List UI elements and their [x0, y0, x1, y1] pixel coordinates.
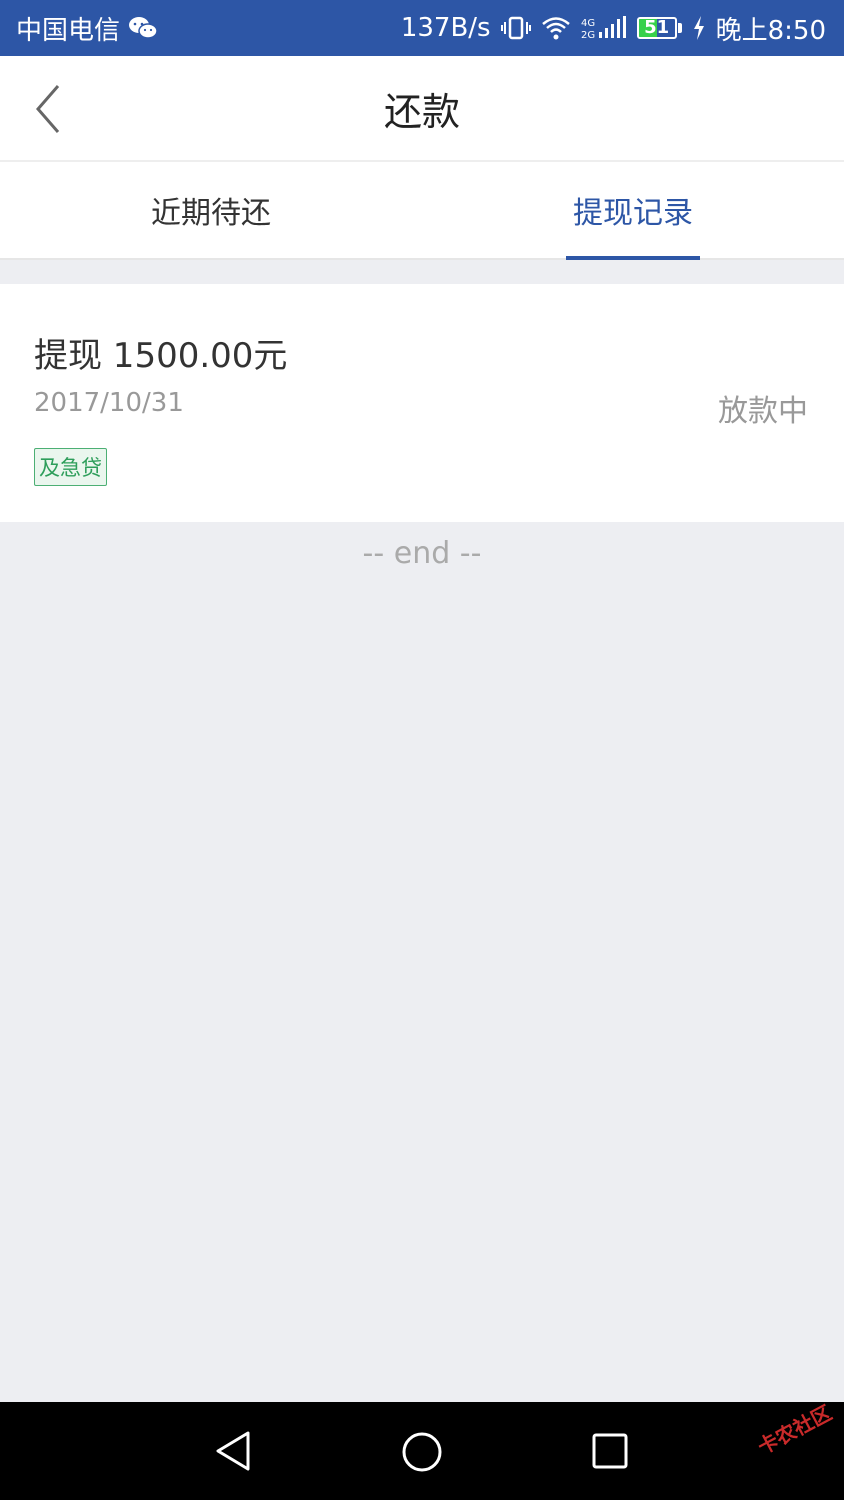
status-bar-right: 137B/s 4G 2G 51 晚上8:50: [401, 10, 826, 47]
battery-icon: 51: [636, 17, 682, 39]
wifi-icon: [541, 15, 571, 41]
record-date: 2017/10/31: [34, 388, 184, 418]
circle-home-icon: [402, 1432, 442, 1472]
system-back-button[interactable]: [214, 1430, 254, 1476]
clock: 晚上8:50: [715, 15, 826, 46]
withdrawal-record-item[interactable]: 提现 1500.00元 2017/10/31 放款中 及急贷: [0, 284, 844, 522]
wechat-icon: [128, 15, 158, 41]
system-nav-bar: [0, 1402, 844, 1500]
net-speed: 137B/s: [400, 13, 491, 43]
tab-bar: 近期待还 提现记录: [0, 162, 844, 260]
svg-text:2G: 2G: [581, 30, 595, 41]
list-end-marker: -- end --: [362, 536, 482, 571]
product-tag: 及急贷: [34, 448, 107, 486]
page-title: 还款: [383, 89, 460, 134]
system-home-button[interactable]: [400, 1430, 444, 1478]
chevron-left-icon: [36, 85, 60, 133]
back-button[interactable]: [30, 82, 70, 136]
battery-level: 51: [644, 17, 670, 38]
status-bar: 中国电信 137B/s 4G 2G 51 晚上8:50: [0, 0, 844, 56]
system-recents-button[interactable]: [590, 1430, 630, 1476]
triangle-back-icon: [216, 1431, 250, 1471]
record-status: 放款中: [718, 394, 808, 429]
svg-text:4G: 4G: [581, 18, 595, 29]
nav-bar: 还款: [0, 56, 844, 162]
signal-icon: 4G 2G: [581, 15, 627, 41]
record-title: 提现 1500.00元: [34, 336, 288, 376]
charging-icon: [692, 15, 706, 41]
vibrate-icon: [500, 15, 531, 41]
status-bar-left: 中国电信: [16, 10, 158, 47]
tab-withdrawal-records[interactable]: 提现记录: [422, 162, 844, 258]
square-recents-icon: [592, 1433, 628, 1469]
tab-upcoming-repayment[interactable]: 近期待还: [0, 162, 422, 258]
carrier-name: 中国电信: [16, 15, 121, 46]
